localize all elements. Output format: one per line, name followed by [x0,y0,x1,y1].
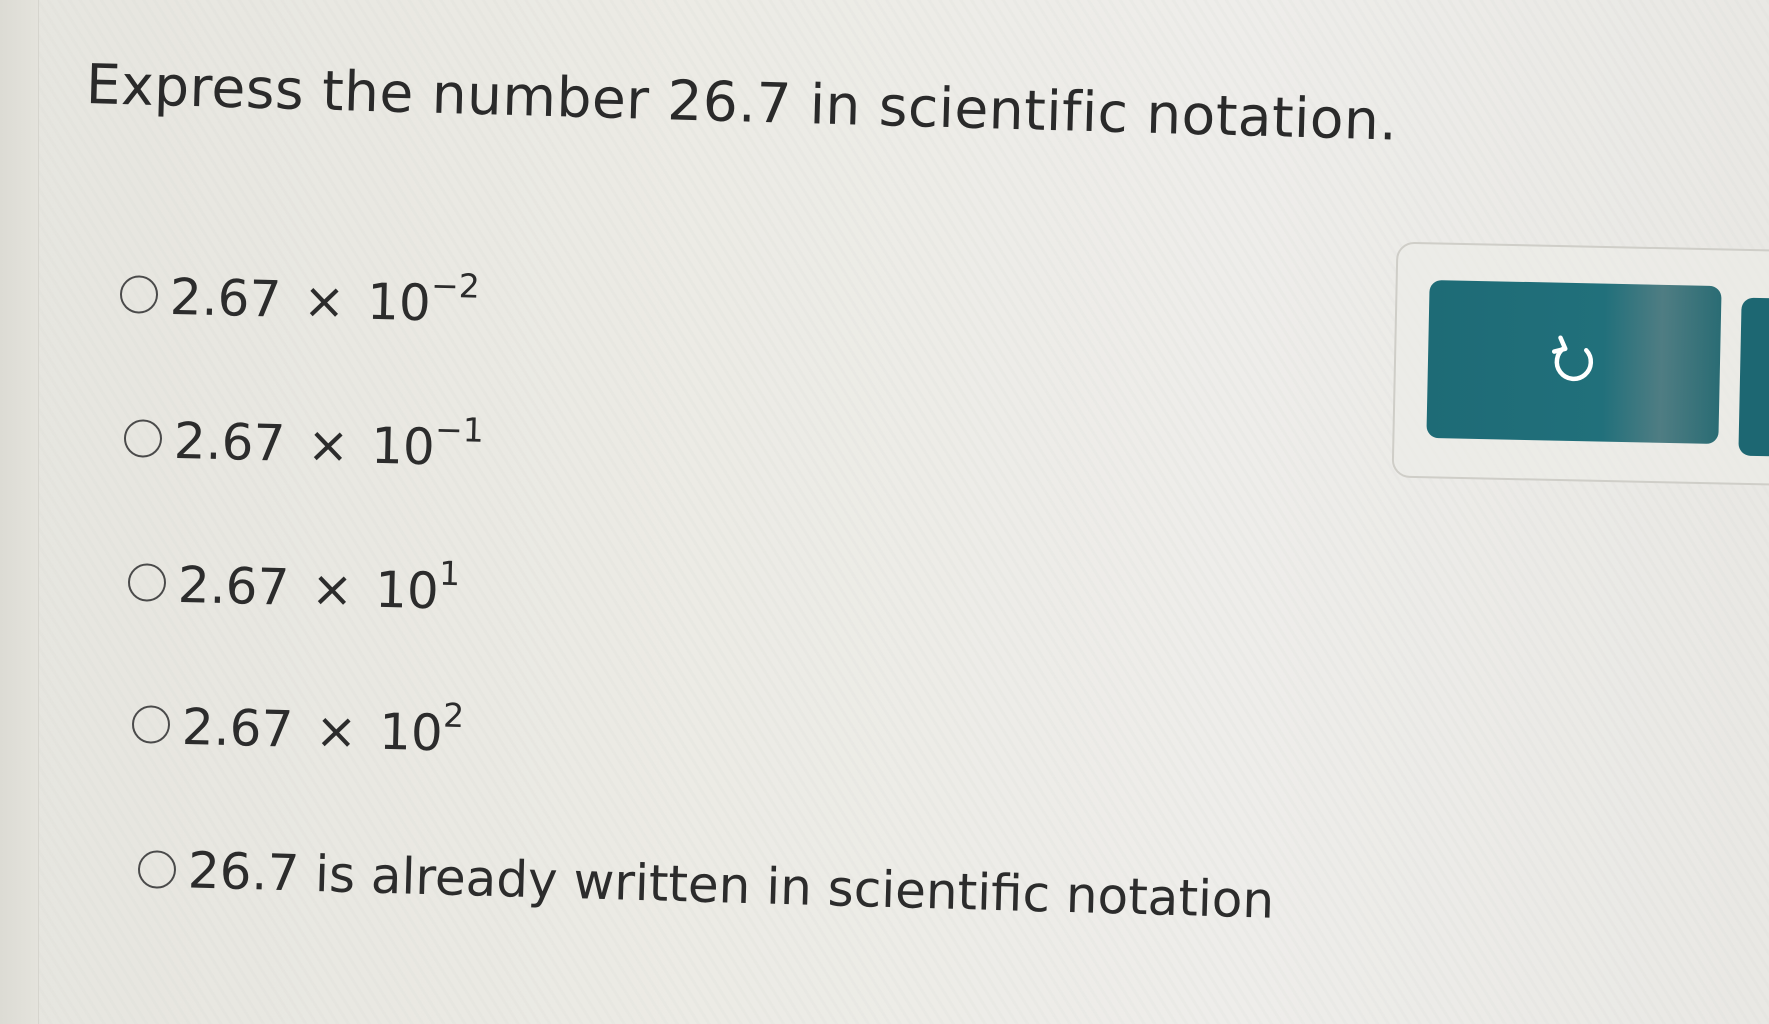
option-5[interactable]: 26.7 is already written in scientific no… [137,840,1275,930]
undo-icon [1551,335,1594,382]
option-label: 26.7 is already written in scientific no… [187,841,1275,930]
option-label: 2.67 × 101 [177,553,461,621]
radio-button[interactable] [119,275,159,315]
option-2[interactable]: 2.67 × 10−1 [123,408,484,477]
option-label: 2.67 × 10−2 [169,265,481,333]
radio-button[interactable] [127,563,167,603]
radio-button[interactable] [131,705,171,745]
page-left-edge [0,0,39,1024]
option-label: 2.67 × 102 [181,695,465,763]
next-button[interactable] [1738,297,1769,457]
option-3[interactable]: 2.67 × 101 [127,552,461,621]
option-4[interactable]: 2.67 × 102 [131,694,465,763]
option-label: 2.67 × 10−1 [173,409,485,477]
undo-button[interactable] [1426,279,1722,445]
radio-button[interactable] [123,419,163,459]
option-1[interactable]: 2.67 × 10−2 [119,264,480,333]
radio-button[interactable] [137,850,177,890]
question-text: Express the number 26.7 in scientific no… [85,52,1399,153]
